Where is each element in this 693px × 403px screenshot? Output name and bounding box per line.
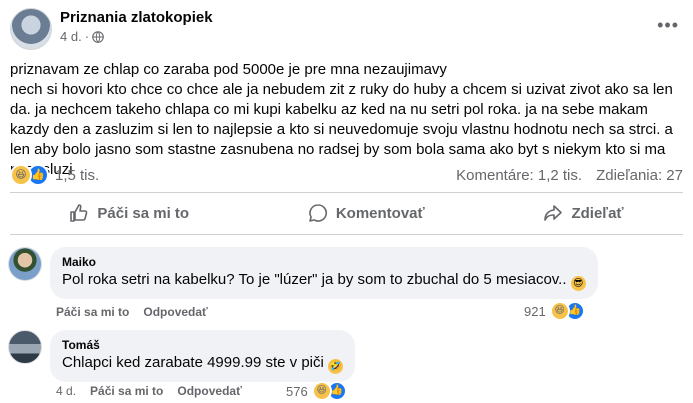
sunglasses-emoji-icon: 😎: [570, 276, 586, 291]
comment-like-link[interactable]: Páči sa mi to: [56, 305, 129, 319]
comment-reply-link[interactable]: Odpovedať: [143, 305, 207, 319]
comment-actions: Páči sa mi to Odpovedať: [56, 305, 208, 319]
share-button[interactable]: Zdieľať: [543, 203, 624, 223]
comment: Tomáš Chlapci ked zarabate 4999.99 ste v…: [8, 330, 355, 382]
like-button[interactable]: Páči sa mi to: [69, 203, 189, 223]
post-header: Priznania zlatokopiek 4 d. ·: [10, 8, 213, 50]
comment-reactions[interactable]: 921 😆 👍: [524, 301, 585, 321]
comment-author[interactable]: Maiko: [62, 254, 586, 270]
shares-count[interactable]: Zdieľania: 27: [596, 167, 683, 184]
comment: Maiko Pol roka setri na kabelku? To je "…: [8, 247, 598, 299]
comment-text: Pol roka setri na kabelku? To je "lúzer"…: [62, 270, 586, 291]
comment-label: Komentovať: [335, 204, 425, 222]
comment-text: Chlapci ked zarabate 4999.99 ste v piči …: [62, 354, 343, 374]
comment-reactions[interactable]: 576 😆 👍: [286, 381, 347, 401]
comment-bubble: Maiko Pol roka setri na kabelku? To je "…: [50, 247, 598, 299]
thumbs-up-icon: [70, 204, 88, 222]
reaction-count[interactable]: 1,5 tis.: [55, 167, 99, 184]
separator-dot: ·: [84, 29, 90, 44]
more-options-icon[interactable]: •••: [657, 16, 679, 34]
post-actions: Páči sa mi to Komentovať Zdieľať: [10, 196, 683, 230]
comment-reaction-count: 576: [286, 383, 308, 399]
post-meta: 4 d. ·: [60, 28, 213, 46]
comment-icon: [309, 204, 327, 222]
like-label: Páči sa mi to: [97, 204, 190, 222]
rolling-laughing-emoji-icon: 🤣: [328, 359, 343, 374]
page-avatar[interactable]: [10, 8, 52, 50]
commenter-avatar[interactable]: [8, 330, 42, 364]
comment-reply-link[interactable]: Odpovedať: [177, 384, 241, 398]
comment-button[interactable]: Komentovať: [308, 203, 425, 223]
commenter-avatar[interactable]: [8, 247, 42, 281]
post-stats: 😆 👍 1,5 tis. Komentáre: 1,2 tis. Zdieľan…: [10, 164, 683, 186]
divider: [10, 192, 683, 193]
divider: [10, 234, 683, 235]
haha-reaction-icon: 😆: [549, 301, 570, 321]
comments-count[interactable]: Komentáre: 1,2 tis.: [456, 167, 582, 184]
globe-icon: [92, 31, 104, 43]
comment-reaction-count: 921: [524, 303, 546, 319]
comment-author[interactable]: Tomáš: [62, 337, 343, 353]
post-time[interactable]: 4 d.: [60, 28, 82, 46]
comment-time[interactable]: 4 d.: [56, 384, 76, 398]
comment-bubble: Tomáš Chlapci ked zarabate 4999.99 ste v…: [50, 330, 355, 382]
haha-reaction-icon: 😆: [10, 164, 32, 186]
share-label: Zdieľať: [571, 204, 624, 222]
reactions-summary[interactable]: 😆 👍 1,5 tis.: [10, 164, 99, 186]
page-name[interactable]: Priznania zlatokopiek: [60, 8, 213, 28]
haha-reaction-icon: 😆: [311, 381, 332, 401]
share-icon: [544, 205, 563, 221]
comment-like-link[interactable]: Páči sa mi to: [90, 384, 163, 398]
comment-actions: 4 d. Páči sa mi to Odpovedať: [56, 384, 242, 398]
post-text: priznavam ze chlap co zaraba pod 5000e j…: [10, 61, 673, 178]
